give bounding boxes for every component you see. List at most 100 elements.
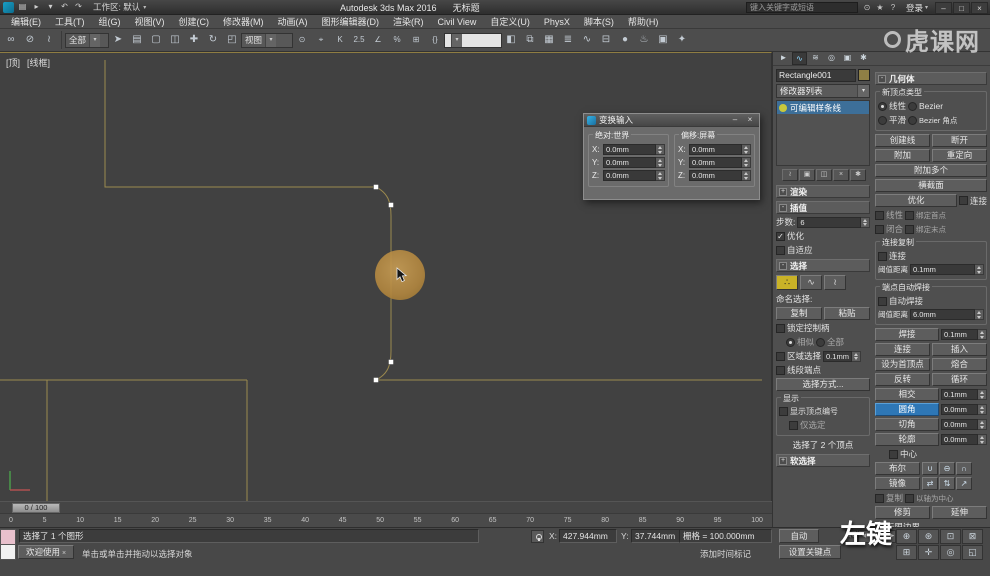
modifier-stack[interactable]: 可编辑样条线	[776, 100, 870, 166]
cross-insert-button[interactable]: 相交	[875, 388, 939, 401]
auto-key-button[interactable]: 自动	[779, 529, 819, 543]
vertex-subobject-icon[interactable]: ∴	[776, 275, 798, 290]
trim-button[interactable]: 修剪	[875, 506, 930, 519]
chamfer-button[interactable]: 切角	[875, 418, 939, 431]
bind-last-checkbox[interactable]	[905, 225, 914, 234]
outline-spinner[interactable]: 0.0mm	[941, 434, 987, 445]
show-end-result-icon[interactable]: ▣	[799, 169, 815, 181]
rollout-header-selection[interactable]: -选择	[776, 259, 870, 272]
redo-icon[interactable]: ↷	[72, 1, 85, 13]
schematic-view-icon[interactable]: ⊟	[597, 31, 615, 49]
undo-icon[interactable]: ↶	[58, 1, 71, 13]
menu-item[interactable]: 自定义(U)	[483, 15, 537, 28]
closed-checkbox[interactable]	[875, 225, 884, 234]
favorites-icon[interactable]: ★	[874, 2, 886, 13]
render-setup-icon[interactable]: ♨	[635, 31, 653, 49]
offset-y-spinner[interactable]: 0.0mm	[689, 157, 751, 168]
rollout-header-rendering[interactable]: +渲染	[776, 185, 870, 198]
boolean-subtract-icon[interactable]: ⊖	[939, 462, 955, 475]
select-by-name-icon[interactable]: ▤	[128, 31, 146, 49]
vertex-type-linear-radio[interactable]	[878, 102, 887, 111]
dialog-minimize-icon[interactable]: –	[729, 115, 741, 126]
zoom-extents-all-icon[interactable]: ⊠	[962, 529, 983, 544]
menu-item[interactable]: 渲染(R)	[386, 15, 431, 28]
select-and-link-icon[interactable]: ∞	[2, 31, 20, 49]
vertex-type-bezier-corner-radio[interactable]	[908, 116, 917, 125]
app-logo-icon[interactable]	[3, 2, 14, 13]
abs-z-spinner[interactable]: 0.0mm	[603, 170, 665, 181]
search-icon[interactable]: ⊙	[861, 2, 873, 13]
workspace-selector[interactable]: 工作区: 默认▾	[93, 1, 146, 13]
all-radio[interactable]	[816, 338, 825, 347]
connect-copy-threshold-spinner[interactable]: 0.1mm	[910, 264, 984, 275]
make-first-button[interactable]: 设为首顶点	[875, 358, 930, 371]
rollout-header-soft-selection[interactable]: +软选择	[776, 454, 870, 467]
viewport-shading-label[interactable]: [线框]	[27, 56, 50, 69]
sign-in-button[interactable]: 登录▾	[906, 2, 928, 14]
segment-end-checkbox[interactable]	[776, 366, 785, 375]
mirror-icon[interactable]: ◧	[502, 31, 520, 49]
attach-button[interactable]: 附加	[875, 149, 930, 162]
rendered-frame-window-icon[interactable]: ▣	[654, 31, 672, 49]
timeline-ruler[interactable]: 0510152025303540455055606570758085909510…	[0, 513, 772, 527]
window-crossing-icon[interactable]: ◫	[166, 31, 184, 49]
unlink-selection-icon[interactable]: ⊘	[21, 31, 39, 49]
menu-item[interactable]: 组(G)	[92, 15, 128, 28]
dialog-titlebar[interactable]: 变换输入 – ×	[584, 114, 759, 127]
menu-item[interactable]: PhysX	[537, 17, 577, 27]
minimize-button[interactable]: –	[935, 2, 952, 14]
track-bar[interactable]: 0 / 100	[0, 501, 772, 513]
insert-button[interactable]: 插入	[932, 343, 987, 356]
welcome-button[interactable]: 欢迎使用×	[18, 545, 74, 559]
outline-button[interactable]: 轮廓	[875, 433, 939, 446]
menu-item[interactable]: 编辑(E)	[4, 15, 48, 28]
snaps-toggle-icon[interactable]: 2.5	[350, 31, 368, 49]
viewport-label[interactable]: [顶] [线框]	[6, 56, 50, 69]
open-file-icon[interactable]: ▸	[30, 1, 43, 13]
menu-item[interactable]: 脚本(S)	[577, 15, 621, 28]
close-button[interactable]: ×	[971, 2, 988, 14]
boolean-button[interactable]: 布尔	[875, 462, 920, 475]
menu-item[interactable]: 动画(A)	[271, 15, 315, 28]
break-button[interactable]: 断开	[932, 134, 987, 147]
menu-item[interactable]: 视图(V)	[128, 15, 172, 28]
create-line-button[interactable]: 创建线	[875, 134, 930, 147]
cross-insert-spinner[interactable]: 0.1mm	[941, 389, 987, 400]
play-button[interactable]: ▶	[871, 530, 883, 543]
remove-modifier-icon[interactable]: ×	[833, 169, 849, 181]
connect-button[interactable]: 连接	[875, 343, 930, 356]
steps-spinner[interactable]: 6	[797, 217, 870, 228]
fillet-spinner[interactable]: 0.0mm	[941, 404, 987, 415]
selection-filter-dropdown[interactable]: 全部▾	[65, 33, 109, 48]
reorient-button[interactable]: 重定向	[932, 149, 987, 162]
select-and-rotate-icon[interactable]: ↻	[204, 31, 222, 49]
alike-radio[interactable]	[786, 338, 795, 347]
orbit-icon[interactable]: ◎	[940, 545, 961, 560]
menu-item[interactable]: 创建(C)	[172, 15, 217, 28]
select-and-manipulate-icon[interactable]: ⌖	[312, 31, 330, 49]
mirror-button[interactable]: 镜像	[875, 477, 920, 490]
use-pivot-center-icon[interactable]: ⊙	[293, 31, 311, 49]
zoom-all-views-icon[interactable]: ⊛	[918, 529, 939, 544]
refine-button[interactable]: 优化	[875, 194, 957, 207]
menu-item[interactable]: 图形编辑器(D)	[315, 15, 387, 28]
area-selection-spinner[interactable]: 0.1mm	[823, 351, 861, 362]
extend-button[interactable]: 延伸	[932, 506, 987, 519]
layer-manager-icon[interactable]: ≣	[559, 31, 577, 49]
lock-handles-checkbox[interactable]	[776, 324, 785, 333]
auto-weld-checkbox[interactable]	[878, 297, 887, 306]
selected-only-checkbox[interactable]	[789, 421, 798, 430]
modifier-list-dropdown[interactable]: 修改器列表 ▾	[776, 84, 870, 98]
rollout-header-interpolation[interactable]: -插值	[776, 201, 870, 214]
dialog-close-icon[interactable]: ×	[744, 115, 756, 126]
select-and-scale-icon[interactable]: ◰	[223, 31, 241, 49]
connect-copy-checkbox[interactable]	[878, 252, 887, 261]
about-pivot-checkbox[interactable]	[905, 494, 914, 503]
stack-item-editable-spline[interactable]: 可编辑样条线	[777, 101, 869, 114]
copy-selection-button[interactable]: 复制	[776, 307, 822, 320]
vertex-type-smooth-radio[interactable]	[878, 116, 887, 125]
edit-named-selection-sets-icon[interactable]: {}	[426, 31, 444, 49]
object-color-swatch[interactable]	[858, 69, 870, 81]
tab-hierarchy[interactable]: ≋	[808, 52, 823, 65]
go-to-start-button[interactable]: ◀◀	[845, 530, 857, 543]
